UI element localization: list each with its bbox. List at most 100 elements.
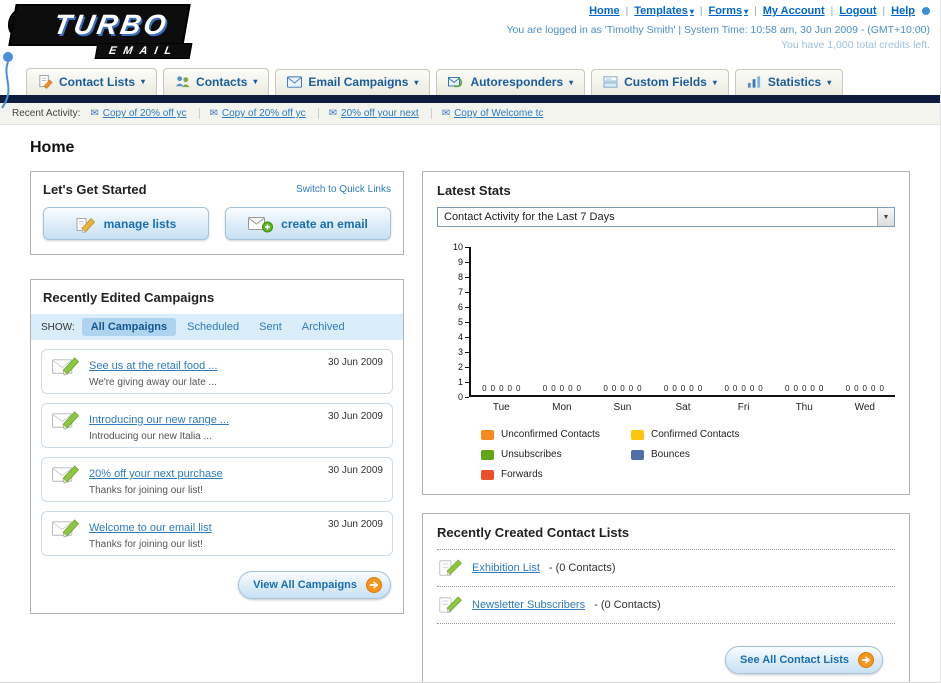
chart-value-label: 0 <box>810 384 815 393</box>
legend-swatch <box>481 449 494 460</box>
contact-list-row[interactable]: Exhibition List - (0 Contacts) <box>437 549 895 586</box>
chart-value-label: 0 <box>507 384 512 393</box>
link-separator: | <box>830 5 834 17</box>
stats-period-select[interactable]: Contact Activity for the Last 7 Days ▼ <box>437 207 895 227</box>
chart-value-label: 0 <box>801 384 807 393</box>
envelope-icon: ✉ <box>441 107 451 119</box>
latest-stats-panel: Latest Stats Contact Activity for the La… <box>422 171 910 495</box>
logo-cord-decoration <box>1 52 13 109</box>
contact-list-link[interactable]: Newsletter Subscribers <box>472 599 585 611</box>
manage-lists-button[interactable]: manage lists <box>43 207 209 240</box>
nav-divider-bar <box>0 95 940 103</box>
chart-value-label: 0 <box>663 384 669 393</box>
top-link-home[interactable]: Home <box>589 5 620 17</box>
arrow-right-icon <box>858 652 874 668</box>
chart-value-label: 0 <box>568 384 573 393</box>
campaign-item[interactable]: Welcome to our email list Thanks for joi… <box>41 511 393 556</box>
latest-stats-title: Latest Stats <box>437 183 511 198</box>
dropdown-arrow-icon: ▼ <box>877 208 894 226</box>
email-campaigns-icon <box>287 76 303 88</box>
create-email-button[interactable]: create an email <box>225 207 391 240</box>
campaign-link[interactable]: See us at the retail food ... <box>89 360 217 372</box>
envelope-icon: ✉ <box>328 107 338 119</box>
contact-lists-icon <box>38 74 53 89</box>
legend-item: Unsubscribes <box>481 449 631 460</box>
nav-tab-contact-lists[interactable]: Contact Lists ▾ <box>26 68 158 95</box>
nav-tab-autoresponders[interactable]: Autoresponders ▾ <box>436 69 586 95</box>
chart-value-label: 0 <box>741 384 746 393</box>
email-edit-icon <box>51 463 81 486</box>
show-label: SHOW: <box>41 321 75 333</box>
nav-tab-statistics[interactable]: Statistics ▾ <box>734 69 844 95</box>
contact-lists-title: Recently Created Contact Lists <box>437 525 630 540</box>
email-edit-icon <box>51 409 81 432</box>
legend-swatch <box>481 429 494 440</box>
chart-value-label: 0 <box>490 384 496 393</box>
chart-bar-group: 00000 <box>713 385 774 395</box>
recent-activity-item[interactable]: ✉ Copy of Welcome tc <box>442 108 556 119</box>
get-started-panel: Let's Get Started Switch to Quick Links … <box>30 171 404 255</box>
header: TURBO EMAIL Home | Templates ▾ | Forms ▾ |… <box>0 0 940 109</box>
filter-sent[interactable]: Sent <box>250 318 291 336</box>
chart-value-label: 0 <box>749 384 755 393</box>
chart-bar-group: 00000 <box>592 385 653 395</box>
chart-y-axis: 10 9 8 7 6 5 4 3 2 1 0 <box>443 243 469 402</box>
campaign-item[interactable]: 20% off your next purchase Thanks for jo… <box>41 457 393 502</box>
recent-activity-item[interactable]: ✉ 20% off your next <box>329 108 432 119</box>
filter-archived[interactable]: Archived <box>293 318 354 336</box>
app-logo[interactable]: TURBO EMAIL <box>6 4 193 59</box>
nav-tab-custom-fields[interactable]: Custom Fields ▾ <box>591 69 729 95</box>
top-link-my-account[interactable]: My Account <box>763 5 825 17</box>
statistics-icon <box>747 75 762 89</box>
custom-fields-icon <box>603 75 618 89</box>
campaign-link[interactable]: Welcome to our email list <box>89 522 212 534</box>
campaign-subtitle: Thanks for joining our list! <box>89 539 203 550</box>
top-link-help[interactable]: Help <box>891 5 915 17</box>
campaign-date: 30 Jun 2009 <box>327 357 383 368</box>
filter-all-campaigns[interactable]: All Campaigns <box>81 318 177 336</box>
legend-item: Confirmed Contacts <box>631 429 781 440</box>
nav-tab-email-campaigns[interactable]: Email Campaigns ▾ <box>275 69 431 95</box>
filter-scheduled[interactable]: Scheduled <box>178 318 248 336</box>
campaign-link[interactable]: 20% off your next purchase <box>89 468 223 480</box>
switch-quick-links-link[interactable]: Switch to Quick Links <box>296 184 391 195</box>
top-link-forms[interactable]: Forms ▾ <box>708 5 748 17</box>
recent-activity-item[interactable]: ✉ Copy of 20% off yc <box>90 108 200 119</box>
autoresponders-icon <box>448 75 464 89</box>
legend-item: Unconfirmed Contacts <box>481 429 631 440</box>
campaign-item[interactable]: Introducing our new range ... Introducin… <box>41 403 393 448</box>
chart-value-label: 0 <box>542 384 548 393</box>
chart-legend: Unconfirmed Contacts Confirmed Contacts Un… <box>481 429 895 480</box>
chart-value-label: 0 <box>862 384 867 393</box>
chart-value-label: 0 <box>482 384 487 393</box>
contact-list-count: - (0 Contacts) <box>548 562 616 574</box>
top-link-logout[interactable]: Logout <box>839 5 876 17</box>
chart-x-tick-label: Sat <box>675 402 691 413</box>
campaign-item[interactable]: See us at the retail food ... We're givi… <box>41 349 393 394</box>
chevron-down-icon: ▾ <box>414 77 419 87</box>
chart-value-label: 0 <box>732 384 738 393</box>
view-all-campaigns-button[interactable]: View All Campaigns <box>238 571 391 599</box>
main-nav: Contact Lists ▾ Contacts ▾ Email Campaig… <box>0 64 940 95</box>
chevron-down-icon: ▾ <box>827 77 832 87</box>
contact-list-link[interactable]: Exhibition List <box>472 562 540 574</box>
campaigns-title: Recently Edited Campaigns <box>43 290 215 305</box>
campaign-date: 30 Jun 2009 <box>327 519 383 530</box>
see-all-contact-lists-button[interactable]: See All Contact Lists <box>724 646 883 674</box>
campaigns-panel: Recently Edited Campaigns SHOW: All Camp… <box>30 279 404 614</box>
recent-activity-item[interactable]: ✉ Copy of 20% off yc <box>210 108 319 119</box>
arrow-right-icon <box>366 577 382 593</box>
chart-value-label: 0 <box>879 384 884 393</box>
top-link-templates[interactable]: Templates ▾ <box>634 5 694 17</box>
link-separator: | <box>699 5 703 17</box>
chart-plot: 00000000000000000000000000000000000 <box>469 247 895 397</box>
campaign-link[interactable]: Introducing our new range ... <box>89 414 229 426</box>
chart-value-label: 0 <box>680 384 686 393</box>
contact-list-row[interactable]: Newsletter Subscribers - (0 Contacts) <box>437 586 895 624</box>
chart-bar-group: 00000 <box>471 385 532 395</box>
nav-tab-contacts[interactable]: Contacts ▾ <box>163 68 270 95</box>
link-separator: | <box>625 5 629 17</box>
chart-value-label: 0 <box>845 384 851 393</box>
contact-activity-chart: 10 9 8 7 6 5 4 3 2 1 0 000000000000000000000000000… <box>437 243 895 480</box>
chevron-down-icon: ▾ <box>569 77 574 87</box>
